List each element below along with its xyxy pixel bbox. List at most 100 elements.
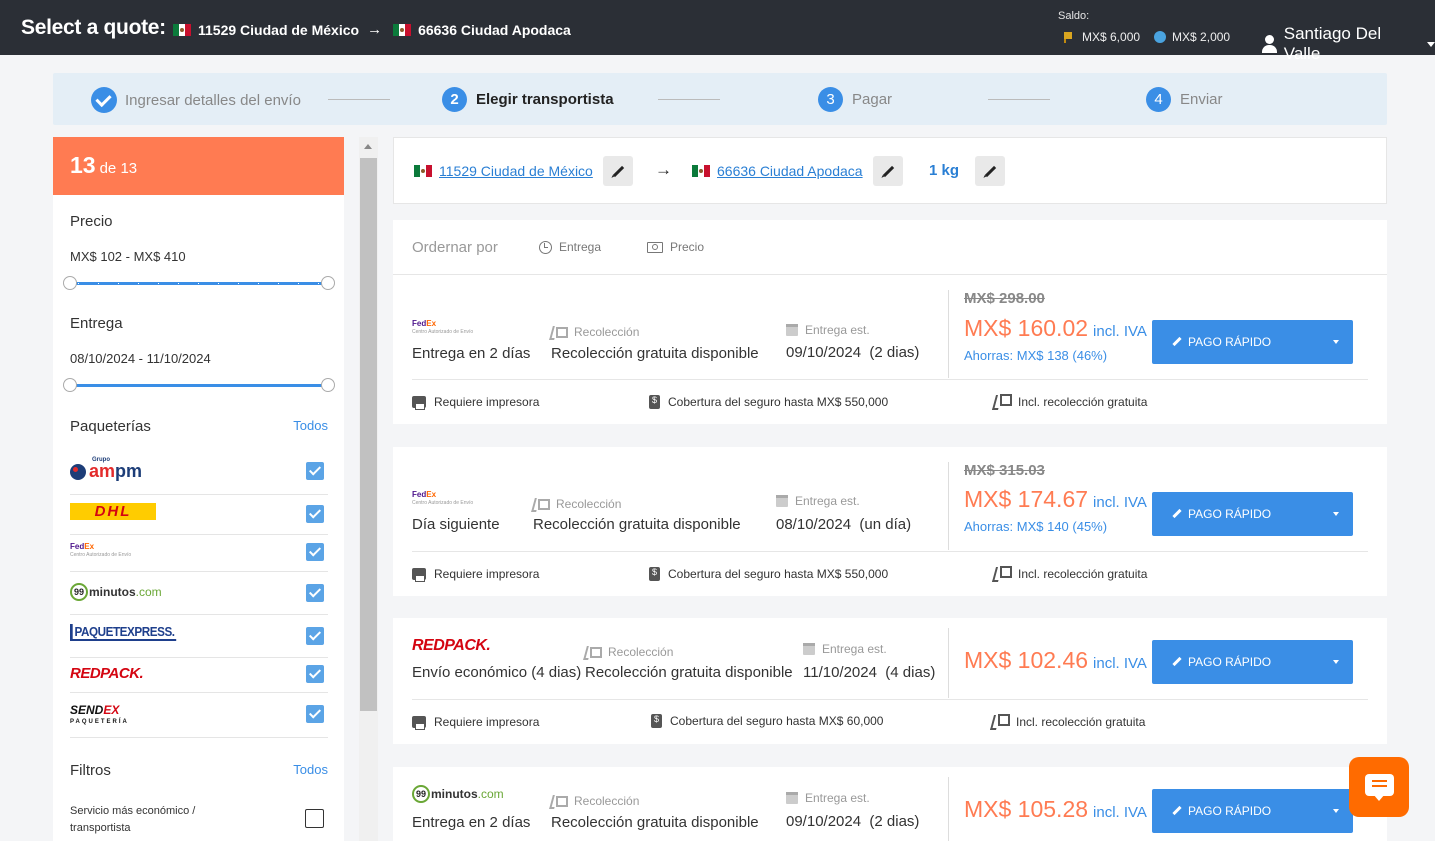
fedex-logo: FedEx Centro Autorizado de Envío (412, 490, 473, 508)
route-destination-link[interactable]: 66636 Ciudad Apodaca (692, 163, 863, 179)
eta-date: 09/10/2024 (2 dias) (786, 813, 920, 830)
carrier-row-dhl[interactable]: DHL (70, 495, 328, 535)
filter-row-cheapest[interactable]: Servicio más económico / transportista (70, 803, 328, 837)
edit-weight-button[interactable] (975, 156, 1005, 186)
step-pay[interactable]: 3 Pagar (818, 87, 892, 112)
edit-origin-button[interactable] (603, 156, 633, 186)
fedex-logo-ex: Ex (84, 542, 95, 551)
quick-pay-label: PAGO RÁPIDO (1188, 655, 1272, 669)
service-name: Entrega en 2 días (412, 814, 531, 831)
eta-date: 11/10/2024 (4 dias) (803, 664, 936, 681)
carrier-checkbox-sendex[interactable] (306, 705, 324, 723)
quick-pay-button[interactable]: PAGO RÁPIDO (1152, 789, 1353, 833)
calendar-icon (803, 643, 815, 655)
delivery-slider[interactable] (63, 378, 335, 392)
quote-card: FedEx Centro Autorizado de Envío Entrega… (393, 275, 1387, 424)
price-slider-min-handle[interactable] (63, 276, 77, 290)
mexico-flag-icon (393, 23, 412, 36)
feature-text: Requiere impresora (434, 715, 540, 729)
sort-option-label: Entrega (559, 240, 602, 254)
step-details[interactable]: Ingresar detalles del envío (91, 87, 301, 113)
chevron-down-icon[interactable] (1333, 660, 1339, 664)
chat-button[interactable] (1349, 757, 1409, 817)
flag-icon (1064, 31, 1075, 43)
edit-destination-button[interactable] (873, 156, 903, 186)
carrier-row-99minutos[interactable]: 99 minutos .com (70, 572, 328, 615)
filters-all-link[interactable]: Todos (293, 762, 328, 777)
price-amount: MX$ 174.67 (964, 486, 1089, 512)
feature-text: Cobertura del seguro hasta MX$ 550,000 (668, 567, 889, 581)
step-send[interactable]: 4 Enviar (1146, 87, 1223, 112)
fedex-logo: FedEx Centro Autorizado de Envío (412, 319, 473, 337)
carrier-checkbox-99minutos[interactable] (306, 584, 324, 602)
money-icon (647, 241, 663, 253)
sort-by-price[interactable]: Precio (647, 240, 704, 254)
ampm-logo-grupo: Grupo (92, 457, 110, 463)
top-bar: Select a quote: 11529 Ciudad de México →… (0, 0, 1435, 63)
feature-text: Cobertura del seguro hasta MX$ 60,000 (670, 714, 884, 728)
carrier-checkbox-paquetexpress[interactable] (306, 627, 324, 645)
carrier-row-fedex[interactable]: FedEx Centro Autorizado de Envío (70, 535, 328, 572)
quick-pay-label: PAGO RÁPIDO (1188, 335, 1272, 349)
eta-label-text: Entrega est. (795, 494, 860, 508)
carrier-row-paquetexpress[interactable]: PAQUETEXPRESS. (70, 615, 328, 658)
printer-icon (412, 568, 426, 582)
quick-pay-button[interactable]: PAGO RÁPIDO (1152, 492, 1353, 536)
step-carrier[interactable]: 2 Elegir transportista (442, 87, 614, 112)
delivery-filter: Entrega 08/10/2024 - 11/10/2024 (70, 315, 328, 366)
delivery-range-value: 08/10/2024 - 11/10/2024 (70, 351, 211, 366)
pickup-label-text: Recolección (608, 645, 674, 659)
filter-checkbox-cheapest[interactable] (305, 809, 324, 828)
carrier-checkbox-redpack[interactable] (306, 665, 324, 683)
carrier-checkbox-fedex[interactable] (306, 543, 324, 561)
sidebar-scrollbar[interactable] (359, 137, 378, 841)
card-separator (412, 379, 1368, 380)
card-divider (948, 777, 949, 841)
scroll-up-icon[interactable] (364, 144, 372, 149)
quick-pay-label: PAGO RÁPIDO (1188, 507, 1272, 521)
pickup-label-text: Recolección (574, 794, 640, 808)
service-name: Entrega en 2 días (412, 345, 531, 362)
route-origin-link[interactable]: 11529 Ciudad de México (414, 163, 593, 179)
pencil-icon (984, 165, 997, 178)
ampm-ball-icon (70, 464, 86, 480)
dhl-logo: DHL (70, 503, 156, 520)
chevron-down-icon[interactable] (1333, 809, 1339, 813)
sendex-logo-sub: PAQUETERÍA (70, 719, 129, 725)
price-filter-title: Precio (70, 213, 113, 230)
quote-card: FedEx Centro Autorizado de Envío Día sig… (393, 447, 1387, 596)
chevron-down-icon[interactable] (1333, 340, 1339, 344)
price-tax-note: incl. IVA (1093, 804, 1147, 821)
carrier-row-ampm[interactable]: Grupo ampm (70, 451, 328, 495)
quick-pay-button[interactable]: PAGO RÁPIDO (1152, 640, 1353, 684)
original-price: MX$ 315.03 (964, 462, 1045, 479)
user-menu[interactable]: Santiago Del Valle (1262, 24, 1435, 64)
mexico-flag-icon (692, 165, 710, 177)
carrier-row-sendex[interactable]: SENDEX PAQUETERÍA (70, 693, 328, 738)
insurance-icon (649, 567, 660, 581)
ampm-logo-am: am (89, 461, 116, 481)
price-slider[interactable] (63, 276, 335, 290)
sort-by-delivery[interactable]: Entrega (539, 240, 601, 254)
scrollbar-thumb[interactable] (360, 158, 377, 711)
feature-insurance: Cobertura del seguro hasta MX$ 60,000 (651, 714, 883, 728)
feature-insurance: Cobertura del seguro hasta MX$ 550,000 (649, 395, 888, 409)
price-slider-max-handle[interactable] (321, 276, 335, 290)
price: MX$ 102.46 incl. IVA (964, 647, 1147, 674)
carriers-all-link[interactable]: Todos (293, 418, 328, 433)
delivery-slider-max-handle[interactable] (321, 378, 335, 392)
delivery-slider-min-handle[interactable] (63, 378, 77, 392)
pickup-truck-icon (551, 326, 568, 339)
pencil-icon (882, 165, 895, 178)
calendar-icon (786, 792, 798, 804)
pencil-icon (1172, 508, 1182, 519)
results-count-number: 13 (70, 152, 96, 178)
carrier-row-redpack[interactable]: REDPACK. (70, 658, 328, 693)
eta-date: 08/10/2024 (un día) (776, 516, 912, 533)
carrier-checkbox-ampm[interactable] (306, 462, 324, 480)
quick-pay-button[interactable]: PAGO RÁPIDO (1152, 320, 1353, 364)
fedex-logo-sub: Centro Autorizado de Envío (70, 552, 132, 558)
carrier-checkbox-dhl[interactable] (306, 505, 324, 523)
fedex-logo-ex: Ex (426, 319, 437, 328)
chevron-down-icon[interactable] (1333, 512, 1339, 516)
